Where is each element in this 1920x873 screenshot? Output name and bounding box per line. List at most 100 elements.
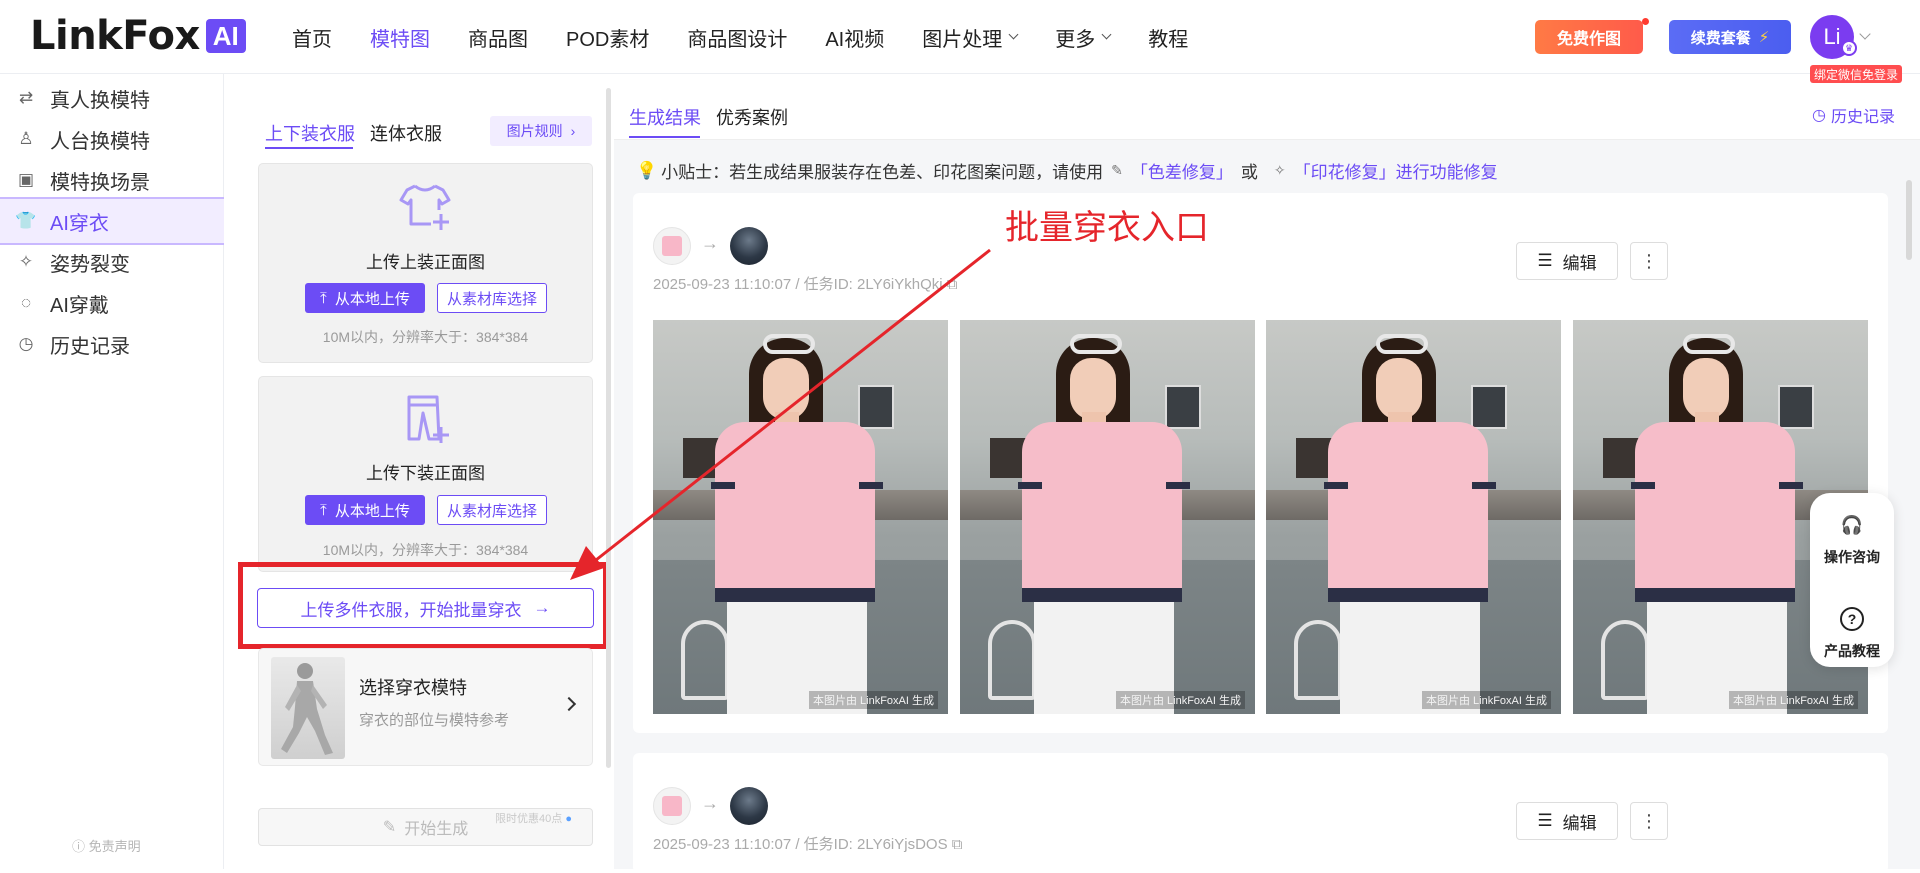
sidebar-item-6[interactable]: ◷ 历史记录	[0, 320, 224, 368]
renew-plan-button[interactable]: 续费套餐 ⚡	[1669, 20, 1791, 54]
nav-item-label: 商品图	[468, 28, 528, 51]
upload-top-local-button[interactable]: ⤒ 从本地上传	[305, 283, 425, 313]
upload-icon: ⤒	[320, 289, 327, 307]
linkfox-logo[interactable]: LinkFox AI	[30, 13, 246, 59]
nav-item-1[interactable]: 模特图	[370, 23, 430, 52]
chevron-down-icon	[1008, 29, 1019, 40]
headset-icon[interactable]: 🎧	[1840, 513, 1864, 537]
arrow-right-icon: →	[701, 793, 719, 813]
nav-item-0[interactable]: 首页	[292, 23, 332, 52]
nav-item-label: POD素材	[566, 28, 650, 51]
arrow-right-icon: →	[533, 598, 551, 617]
nav-item-label: 首页	[292, 28, 332, 51]
nav-item-7[interactable]: 更多	[1055, 23, 1112, 52]
tab-active-indicator	[629, 136, 700, 138]
logo-text: LinkFox	[30, 13, 200, 59]
chevron-down-icon[interactable]	[1859, 28, 1871, 40]
tip-prefix: 小贴士：若生成结果服装存在色差、印花图案问题，请使用	[661, 163, 1104, 182]
upload-top-card[interactable]: 上传上装正面图 ⤒ 从本地上传 从素材库选择 10M以内，分辨率大于：384*3…	[258, 163, 593, 363]
nav-item-2[interactable]: 商品图	[468, 23, 528, 52]
renew-label: 续费套餐	[1690, 29, 1751, 47]
wand-icon: ✎	[382, 819, 397, 836]
nav-item-label: 模特图	[370, 28, 430, 51]
nav-item-4[interactable]: 商品图设计	[687, 23, 787, 52]
question-icon[interactable]: ?	[1840, 607, 1864, 631]
upload-top-local-label: 从本地上传	[334, 290, 410, 308]
task-meta: 2025-09-23 11:10:07 / 任务ID: 2LY6iYjsDOS …	[653, 833, 963, 854]
result-image[interactable]: 本图片由 LinkFoxAI 生成	[1266, 320, 1561, 714]
tab-one-piece-clothes[interactable]: 连体衣服	[370, 120, 442, 146]
generate-promo-badge: 限时优惠40点 ●	[495, 810, 572, 826]
select-model-subtitle: 穿衣的部位与模特参考	[359, 712, 510, 729]
tip-banner: 💡 小贴士：若生成结果服装存在色差、印花图案问题，请使用 ✎ 「色差修复」 或 …	[636, 158, 1498, 183]
nav-item-label: 商品图设计	[687, 28, 788, 51]
model-result-thumb[interactable]	[730, 787, 768, 825]
floating-help-widget: 🎧 操作咨询 ? 产品教程	[1810, 493, 1894, 667]
upload-bottom-library-button[interactable]: 从素材库选择	[437, 495, 547, 525]
select-model-title: 选择穿衣模特	[359, 678, 467, 698]
panel-scrollbar[interactable]	[606, 88, 611, 768]
nav-item-5[interactable]: AI视频	[825, 23, 884, 52]
garment-thumb-image	[662, 796, 682, 816]
tab-generated-results[interactable]: 生成结果	[629, 104, 701, 130]
notification-dot	[1642, 18, 1649, 25]
tutorial-button[interactable]: 产品教程	[1810, 641, 1894, 661]
tab-active-indicator	[265, 147, 353, 149]
main-scrollbar[interactable]	[1906, 180, 1912, 260]
upload-bottom-title: 上传下装正面图	[366, 464, 485, 483]
results-tab-bar	[614, 88, 1920, 140]
select-model-card[interactable]: 选择穿衣模特 穿衣的部位与模特参考	[258, 648, 593, 766]
source-garment-thumb[interactable]	[653, 227, 691, 265]
result-image[interactable]: 本图片由 LinkFoxAI 生成	[653, 320, 948, 714]
vip-crown-icon: ♛	[1841, 40, 1857, 56]
result-image[interactable]: 本图片由 LinkFoxAI 生成	[960, 320, 1255, 714]
edit-button[interactable]: ☰ 编辑	[1516, 802, 1618, 840]
copy-icon[interactable]: ⧉	[952, 836, 963, 853]
generate-promo-label: 限时优惠40点	[495, 813, 563, 825]
arrow-right-icon: →	[701, 233, 719, 253]
history-icon: ◷	[18, 334, 34, 353]
garment-thumb-image	[662, 236, 682, 256]
disclaimer-label: 免责声明	[88, 839, 141, 854]
upload-bottom-card[interactable]: 上传下装正面图 ⤒ 从本地上传 从素材库选择 10M以内，分辨率大于：384*3…	[258, 376, 593, 572]
upload-bottom-local-button[interactable]: ⤒ 从本地上传	[305, 495, 425, 525]
nav-item-8[interactable]: 教程	[1148, 23, 1188, 52]
model-result-thumb[interactable]	[730, 227, 768, 265]
tab-top-bottom-clothes[interactable]: 上下装衣服	[265, 120, 355, 146]
upload-top-library-button[interactable]: 从素材库选择	[437, 283, 547, 313]
nav-item-6[interactable]: 图片处理	[922, 23, 1019, 52]
copy-icon[interactable]: ⧉	[947, 276, 958, 293]
image-rules-button[interactable]: 图片规则 ›	[490, 116, 592, 146]
watermark: 本图片由 LinkFoxAI 生成	[1728, 691, 1858, 709]
watermark: 本图片由 LinkFoxAI 生成	[1421, 691, 1551, 709]
color-fix-icon: ✎	[1111, 162, 1123, 178]
tab-showcase[interactable]: 优秀案例	[716, 104, 788, 130]
print-fix-link[interactable]: 「印花修复」进行功能修复	[1294, 158, 1498, 183]
disclaimer-link[interactable]: ⓘ 免责声明	[72, 836, 141, 855]
sliders-icon: ☰	[1537, 251, 1553, 270]
consult-button[interactable]: 操作咨询	[1810, 547, 1894, 567]
nav-item-label: 图片处理	[922, 28, 1003, 51]
nav-item-label: AI视频	[825, 28, 885, 51]
model-thumbnail	[271, 657, 345, 759]
edit-label: 编辑	[1562, 813, 1597, 833]
color-fix-link[interactable]: 「色差修复」	[1131, 158, 1233, 183]
watermark: 本图片由 LinkFoxAI 生成	[808, 691, 938, 709]
wechat-bind-tag[interactable]: 绑定微信免登录	[1810, 65, 1902, 83]
free-create-button[interactable]: 免费作图	[1535, 20, 1643, 54]
chevron-right-icon	[561, 696, 577, 712]
sidebar-item-label: AI穿戴	[50, 294, 109, 317]
batch-dressing-button[interactable]: 上传多件衣服，开始批量穿衣 →	[257, 588, 594, 628]
nav-item-3[interactable]: POD素材	[566, 23, 649, 52]
more-options-button[interactable]: ⋮	[1630, 242, 1668, 280]
tshirt-plus-icon	[399, 184, 451, 230]
upload-top-hint: 10M以内，分辨率大于：384*384	[322, 329, 529, 345]
shirt-icon: 👕	[15, 211, 37, 230]
image-rules-label: 图片规则	[506, 123, 563, 139]
more-options-button[interactable]: ⋮	[1630, 802, 1668, 840]
pose-icon: ✧	[18, 252, 34, 271]
source-garment-thumb[interactable]	[653, 787, 691, 825]
history-records-link[interactable]: ◷ 历史记录	[1812, 103, 1895, 127]
edit-button[interactable]: ☰ 编辑	[1516, 242, 1618, 280]
start-generate-label: 开始生成	[404, 821, 469, 838]
